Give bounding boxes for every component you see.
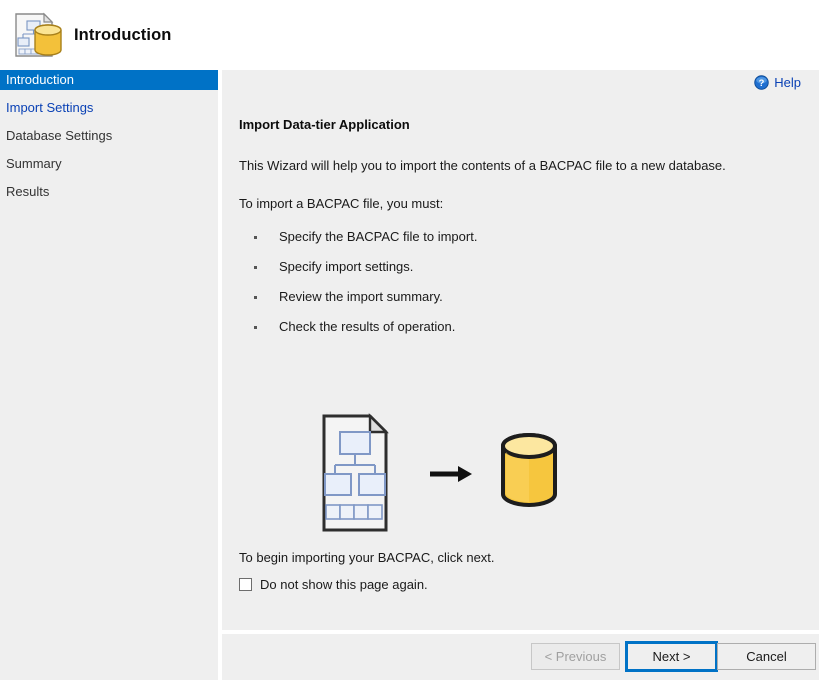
svg-text:?: ? xyxy=(759,78,765,88)
help-circle-icon: ? xyxy=(754,75,769,90)
sidebar-item-label: Import Settings xyxy=(6,100,94,115)
cancel-button[interactable]: Cancel xyxy=(717,643,816,670)
help-link-label: Help xyxy=(774,75,801,90)
dont-show-again-checkbox[interactable] xyxy=(239,578,252,591)
sidebar-item-label: Results xyxy=(6,184,50,199)
import-illustration xyxy=(322,413,557,532)
wizard-content: ? Help Import Data-tier Application This… xyxy=(222,70,819,630)
requirements-list: Specify the BACPAC file to import. Speci… xyxy=(247,222,477,342)
sidebar-item-import-settings[interactable]: Import Settings xyxy=(0,98,218,118)
wizard-footer: < Previous Next > Cancel xyxy=(222,634,819,680)
list-item: Specify import settings. xyxy=(247,252,477,282)
sidebar-item-database-settings[interactable]: Database Settings xyxy=(0,126,218,146)
list-item: Check the results of operation. xyxy=(247,312,477,342)
content-heading: Import Data-tier Application xyxy=(239,117,410,132)
datatier-application-icon xyxy=(15,12,62,57)
next-button[interactable]: Next > xyxy=(625,641,718,672)
arrow-right-icon xyxy=(430,466,472,482)
sidebar-item-label: Summary xyxy=(6,156,62,171)
list-item-label: Specify the BACPAC file to import. xyxy=(279,229,478,244)
list-item-label: Check the results of operation. xyxy=(279,319,456,334)
page-title: Introduction xyxy=(74,25,172,44)
sidebar-item-label: Database Settings xyxy=(6,128,113,143)
window-header: Introduction xyxy=(0,0,819,70)
sidebar-item-results[interactable]: Results xyxy=(0,182,218,202)
sidebar-item-summary[interactable]: Summary xyxy=(0,154,218,174)
requirements-paragraph: To import a BACPAC file, you must: xyxy=(239,196,444,211)
dont-show-again-row[interactable]: Do not show this page again. xyxy=(239,577,428,592)
list-item-label: Review the import summary. xyxy=(279,289,443,304)
database-cylinder-icon xyxy=(501,433,557,507)
help-link[interactable]: ? Help xyxy=(754,75,801,90)
previous-button[interactable]: < Previous xyxy=(531,643,620,670)
list-item: Specify the BACPAC file to import. xyxy=(247,222,477,252)
list-item: Review the import summary. xyxy=(247,282,477,312)
wizard-sidebar: Introduction Import Settings Database Se… xyxy=(0,70,218,680)
sidebar-item-introduction[interactable]: Introduction xyxy=(0,70,218,90)
begin-paragraph: To begin importing your BACPAC, click ne… xyxy=(239,550,495,565)
schema-document-icon xyxy=(322,413,389,532)
sidebar-item-label: Introduction xyxy=(6,72,74,87)
list-item-label: Specify import settings. xyxy=(279,259,414,274)
intro-paragraph: This Wizard will help you to import the … xyxy=(239,158,726,173)
dont-show-again-label: Do not show this page again. xyxy=(260,577,428,592)
